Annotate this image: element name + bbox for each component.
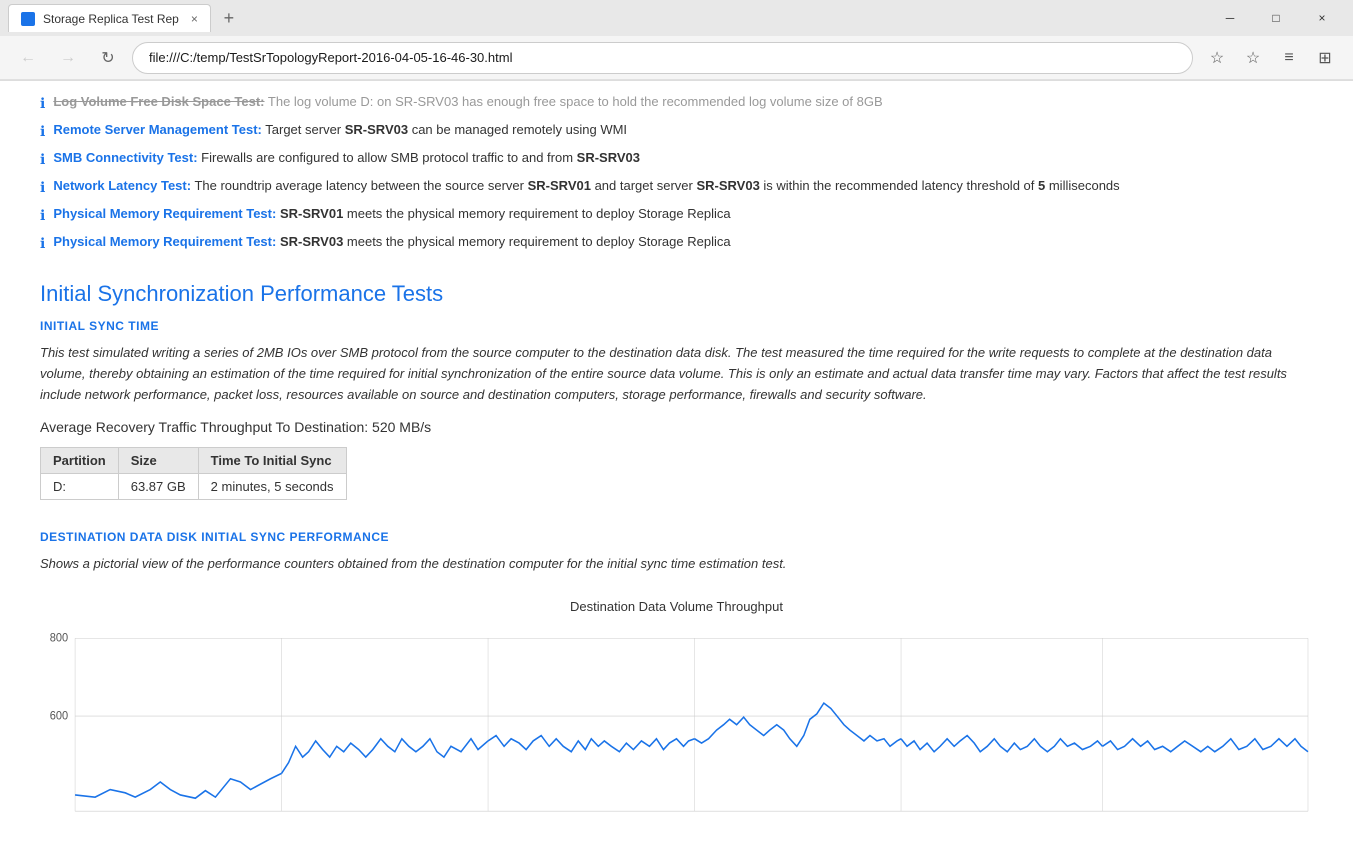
more-tools-button[interactable]: ≡ <box>1273 42 1305 74</box>
srv03-bold-3: SR-SRV03 <box>696 178 759 193</box>
physical-memory-link-2[interactable]: Physical Memory Requirement Test: <box>53 234 276 249</box>
info-icon-3: ℹ <box>40 149 45 170</box>
back-button[interactable]: ← <box>12 42 44 74</box>
info-text-5: Physical Memory Requirement Test: SR-SRV… <box>53 204 1313 224</box>
col-time: Time To Initial Sync <box>198 448 346 474</box>
window-controls: ─ □ × <box>1207 0 1345 36</box>
log-volume-text: The log volume D: on SR-SRV03 has enough… <box>268 94 883 109</box>
info-text-2: Remote Server Management Test: Target se… <box>53 120 1313 140</box>
physical-memory-text-1: SR-SRV01 meets the physical memory requi… <box>280 206 731 221</box>
info-row-5: ℹ Physical Memory Requirement Test: SR-S… <box>40 201 1313 229</box>
chart-line-segment2 <box>282 739 488 774</box>
tab-bar: Storage Replica Test Rep × + ─ □ × <box>0 0 1353 36</box>
smb-text: Firewalls are configured to allow SMB pr… <box>201 150 640 165</box>
chart-area: 800 600 <box>40 622 1313 822</box>
reader-view-button[interactable]: ⊞ <box>1309 42 1341 74</box>
info-row-4: ℹ Network Latency Test: The roundtrip av… <box>40 173 1313 201</box>
main-section: Initial Synchronization Performance Test… <box>40 261 1313 842</box>
srv01-bold: SR-SRV01 <box>528 178 591 193</box>
browser-chrome: Storage Replica Test Rep × + ─ □ × ← → ↻… <box>0 0 1353 81</box>
throughput-line: Average Recovery Traffic Throughput To D… <box>40 419 1313 435</box>
info-row-3: ℹ SMB Connectivity Test: Firewalls are c… <box>40 145 1313 173</box>
remote-server-text: Target server SR-SRV03 can be managed re… <box>265 122 627 137</box>
tab-close-button[interactable]: × <box>191 12 198 26</box>
chart-line-segment1 <box>75 774 281 799</box>
subsection-title-1: INITIAL SYNC TIME <box>40 319 1313 333</box>
info-row-6: ℹ Physical Memory Requirement Test: SR-S… <box>40 229 1313 257</box>
chart-container: Destination Data Volume Throughput 800 6… <box>40 589 1313 832</box>
address-bar: ← → ↻ ☆ ☆ ≡ ⊞ <box>0 36 1353 80</box>
sync-table: Partition Size Time To Initial Sync D: 6… <box>40 447 347 500</box>
info-row-2: ℹ Remote Server Management Test: Target … <box>40 117 1313 145</box>
page-content: ℹ Log Volume Free Disk Space Test: The l… <box>0 81 1353 842</box>
cell-time-to-sync: 2 minutes, 5 seconds <box>198 474 346 500</box>
info-icon-1: ℹ <box>40 93 45 114</box>
maximize-button[interactable]: □ <box>1253 0 1299 36</box>
col-partition: Partition <box>41 448 119 474</box>
cell-partition: D: <box>41 474 119 500</box>
info-icon-6: ℹ <box>40 233 45 254</box>
chart-line-segment3 <box>488 736 694 752</box>
y-label-600: 600 <box>50 710 68 722</box>
toolbar-icons: ☆ ☆ ≡ ⊞ <box>1201 42 1341 74</box>
info-rows: ℹ Log Volume Free Disk Space Test: The l… <box>40 81 1313 261</box>
info-text-3: SMB Connectivity Test: Firewalls are con… <box>53 148 1313 168</box>
chart-line-segment6 <box>1103 739 1308 752</box>
y-label-800: 800 <box>50 632 68 644</box>
srv03-bold-4: SR-SRV03 <box>280 234 343 249</box>
chart-line-segment4 <box>695 703 901 746</box>
info-icon-5: ℹ <box>40 205 45 226</box>
subsection-title-2: DESTINATION DATA DISK INITIAL SYNC PERFO… <box>40 530 1313 544</box>
log-volume-link[interactable]: Log Volume Free Disk Space Test: <box>53 94 264 109</box>
network-latency-text: The roundtrip average latency between th… <box>194 178 1119 193</box>
collections-button[interactable]: ☆ <box>1201 42 1233 74</box>
col-size: Size <box>118 448 198 474</box>
info-text-1: Log Volume Free Disk Space Test: The log… <box>53 92 1313 112</box>
srv03-bold-1: SR-SRV03 <box>345 122 408 137</box>
info-row-1: ℹ Log Volume Free Disk Space Test: The l… <box>40 89 1313 117</box>
srv01-bold-2: SR-SRV01 <box>280 206 343 221</box>
smb-link[interactable]: SMB Connectivity Test: <box>53 150 197 165</box>
physical-memory-link-1[interactable]: Physical Memory Requirement Test: <box>53 206 276 221</box>
chart-svg: 800 600 <box>40 622 1313 822</box>
active-tab[interactable]: Storage Replica Test Rep × <box>8 4 211 32</box>
refresh-button[interactable]: ↻ <box>92 42 124 74</box>
close-button[interactable]: × <box>1299 0 1345 36</box>
chart-title: Destination Data Volume Throughput <box>40 599 1313 614</box>
info-icon-2: ℹ <box>40 121 45 142</box>
initial-sync-description: This test simulated writing a series of … <box>40 343 1313 405</box>
info-icon-4: ℹ <box>40 177 45 198</box>
forward-button[interactable]: → <box>52 42 84 74</box>
url-input[interactable] <box>132 42 1193 74</box>
remote-server-link[interactable]: Remote Server Management Test: <box>53 122 262 137</box>
chart-line-segment5 <box>901 736 1102 752</box>
section-title: Initial Synchronization Performance Test… <box>40 281 1313 307</box>
srv03-bold-2: SR-SRV03 <box>577 150 640 165</box>
favorites-button[interactable]: ☆ <box>1237 42 1269 74</box>
table-row-d: D: 63.87 GB 2 minutes, 5 seconds <box>41 474 347 500</box>
subsection-dest-disk: DESTINATION DATA DISK INITIAL SYNC PERFO… <box>40 530 1313 832</box>
tab-title: Storage Replica Test Rep <box>43 12 179 26</box>
table-header-row: Partition Size Time To Initial Sync <box>41 448 347 474</box>
cell-size: 63.87 GB <box>118 474 198 500</box>
info-text-6: Physical Memory Requirement Test: SR-SRV… <box>53 232 1313 252</box>
network-latency-link[interactable]: Network Latency Test: <box>53 178 191 193</box>
subsection-initial-sync: INITIAL SYNC TIME This test simulated wr… <box>40 319 1313 500</box>
info-text-4: Network Latency Test: The roundtrip aver… <box>53 176 1313 196</box>
new-tab-button[interactable]: + <box>215 4 243 32</box>
physical-memory-text-2: SR-SRV03 meets the physical memory requi… <box>280 234 731 249</box>
latency-value: 5 <box>1038 178 1045 193</box>
minimize-button[interactable]: ─ <box>1207 0 1253 36</box>
dest-disk-description: Shows a pictorial view of the performanc… <box>40 554 1313 575</box>
tab-favicon <box>21 12 35 26</box>
